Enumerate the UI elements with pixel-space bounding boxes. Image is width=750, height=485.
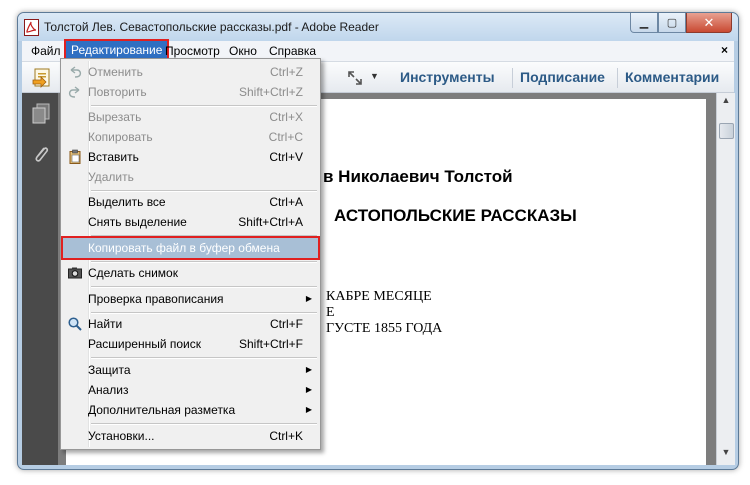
camera-icon xyxy=(68,267,82,279)
menu-item-label: Вырезать xyxy=(88,110,142,124)
submenu-arrow-icon: ▶ xyxy=(305,385,312,394)
toolbar-divider xyxy=(512,68,513,88)
menu-item-additional-markup[interactable]: Дополнительная разметка ▶ xyxy=(63,400,318,420)
maximize-button[interactable]: ▢ xyxy=(658,13,686,33)
menu-item-copy[interactable]: Копировать Ctrl+C xyxy=(63,127,318,147)
menu-item-label: Вставить xyxy=(88,150,139,164)
pdf-file-icon xyxy=(24,19,39,36)
menu-item-paste[interactable]: Вставить Ctrl+V xyxy=(63,147,318,167)
menu-item-find[interactable]: Найти Ctrl+F xyxy=(63,314,318,334)
menu-item-shortcut: Shift+Ctrl+A xyxy=(238,215,303,229)
menu-separator xyxy=(91,286,317,288)
expand-arrows-icon[interactable] xyxy=(348,71,362,85)
menu-item-redo[interactable]: Повторить Shift+Ctrl+Z xyxy=(63,82,318,102)
undo-icon xyxy=(70,66,82,78)
menu-item-label: Дополнительная разметка xyxy=(88,403,236,417)
document-text-line: Е xyxy=(326,305,335,320)
menu-item-deselect-all[interactable]: Снять выделение Shift+Ctrl+A xyxy=(63,212,318,232)
document-text-line: ГУСТЕ 1855 ГОДА xyxy=(326,321,443,336)
menu-item-copy-file-to-clipboard[interactable]: Копировать файл в буфер обмена xyxy=(61,236,320,260)
paste-icon xyxy=(69,149,81,164)
menu-item-shortcut: Ctrl+K xyxy=(269,429,303,443)
menu-item-label: Проверка правописания xyxy=(88,292,224,306)
menu-item-shortcut: Ctrl+A xyxy=(269,195,303,209)
sign-pane-button[interactable]: Подписание xyxy=(520,69,605,85)
menu-item-preferences[interactable]: Установки... Ctrl+K xyxy=(63,426,318,446)
title-bar: Толстой Лев. Севастопольские рассказы.pd… xyxy=(18,13,738,41)
menu-item-delete[interactable]: Удалить xyxy=(63,167,318,187)
document-title-text: АСТОПОЛЬСКИЕ РАССКАЗЫ xyxy=(334,206,577,225)
menu-item-shortcut: Shift+Ctrl+Z xyxy=(238,85,303,99)
menu-item-undo[interactable]: Отменить Ctrl+Z xyxy=(63,62,318,82)
menu-item-shortcut: Ctrl+Z xyxy=(270,65,303,79)
window-controls: ▁ ▢ ✕ xyxy=(630,13,732,33)
vertical-scrollbar[interactable]: ▲ ▼ xyxy=(716,93,735,465)
page-thumbnails-icon[interactable] xyxy=(31,103,51,125)
comment-pane-button[interactable]: Комментарии xyxy=(625,69,719,85)
menu-help[interactable]: Справка xyxy=(269,44,316,58)
menu-item-label: Удалить xyxy=(88,170,134,184)
menu-separator xyxy=(91,357,317,359)
menu-item-protection[interactable]: Защита ▶ xyxy=(63,360,318,380)
submenu-arrow-icon: ▶ xyxy=(305,294,312,303)
document-author-text: в Николаевич Толстой xyxy=(323,167,513,186)
toolbar-divider xyxy=(617,68,618,88)
menu-view[interactable]: Просмотр xyxy=(165,44,220,58)
close-button[interactable]: ✕ xyxy=(686,13,732,33)
menu-item-shortcut: Ctrl+V xyxy=(269,150,303,164)
tools-pane-button[interactable]: Инструменты xyxy=(400,69,495,85)
close-icon: ✕ xyxy=(703,14,715,30)
menu-item-shortcut: Ctrl+F xyxy=(270,317,303,331)
menu-item-analysis[interactable]: Анализ ▶ xyxy=(63,380,318,400)
zoom-dropdown-chevron-icon[interactable]: ▼ xyxy=(370,71,379,81)
create-pdf-icon[interactable] xyxy=(32,67,54,89)
menu-item-label: Выделить все xyxy=(88,195,166,209)
minimize-icon: ▁ xyxy=(639,17,649,29)
search-icon xyxy=(68,317,82,331)
menu-item-label: Защита xyxy=(88,363,131,377)
menu-item-take-snapshot[interactable]: Сделать снимок xyxy=(63,263,318,283)
menu-item-shortcut: Ctrl+C xyxy=(268,130,303,144)
minimize-button[interactable]: ▁ xyxy=(630,13,658,33)
menu-item-select-all[interactable]: Выделить все Ctrl+A xyxy=(63,192,318,212)
menu-item-label: Анализ xyxy=(88,383,129,397)
menu-item-label: Копировать xyxy=(88,130,153,144)
menu-item-shortcut: Ctrl+X xyxy=(269,110,303,124)
menu-item-advanced-search[interactable]: Расширенный поиск Shift+Ctrl+F xyxy=(63,334,318,354)
menu-file[interactable]: Файл xyxy=(31,44,61,58)
attachments-paperclip-icon[interactable] xyxy=(31,143,51,165)
scrollbar-thumb[interactable] xyxy=(719,123,734,139)
window-title: Толстой Лев. Севастопольские рассказы.pd… xyxy=(44,20,379,34)
scroll-up-arrow-icon[interactable]: ▲ xyxy=(717,95,735,111)
menu-separator xyxy=(91,423,317,425)
menu-item-label: Снять выделение xyxy=(88,215,187,229)
document-close-icon[interactable]: × xyxy=(721,43,728,57)
menu-item-label: Установки... xyxy=(88,429,155,443)
menu-item-spell-check[interactable]: Проверка правописания ▶ xyxy=(63,289,318,309)
menu-separator xyxy=(91,235,317,237)
menu-item-label: Копировать файл в буфер обмена xyxy=(88,241,280,255)
menu-item-shortcut: Shift+Ctrl+F xyxy=(238,337,303,351)
menu-item-label: Отменить xyxy=(88,65,143,79)
menu-item-label: Сделать снимок xyxy=(88,266,178,280)
redo-icon xyxy=(68,86,80,98)
scroll-down-arrow-icon[interactable]: ▼ xyxy=(717,447,735,463)
maximize-icon: ▢ xyxy=(666,17,678,29)
submenu-arrow-icon: ▶ xyxy=(305,365,312,374)
submenu-arrow-icon: ▶ xyxy=(305,405,312,414)
menu-item-cut[interactable]: Вырезать Ctrl+X xyxy=(63,107,318,127)
document-text-line: КАБРЕ МЕСЯЦЕ xyxy=(326,289,432,304)
menu-item-label: Повторить xyxy=(88,85,147,99)
menu-window[interactable]: Окно xyxy=(229,44,257,58)
navigation-pane xyxy=(22,93,58,465)
menu-edit[interactable]: Редактирование xyxy=(63,39,170,61)
menu-item-label: Расширенный поиск xyxy=(88,337,201,351)
menu-item-label: Найти xyxy=(88,317,123,331)
edit-menu-dropdown: Отменить Ctrl+Z Повторить Shift+Ctrl+Z В… xyxy=(60,58,321,450)
